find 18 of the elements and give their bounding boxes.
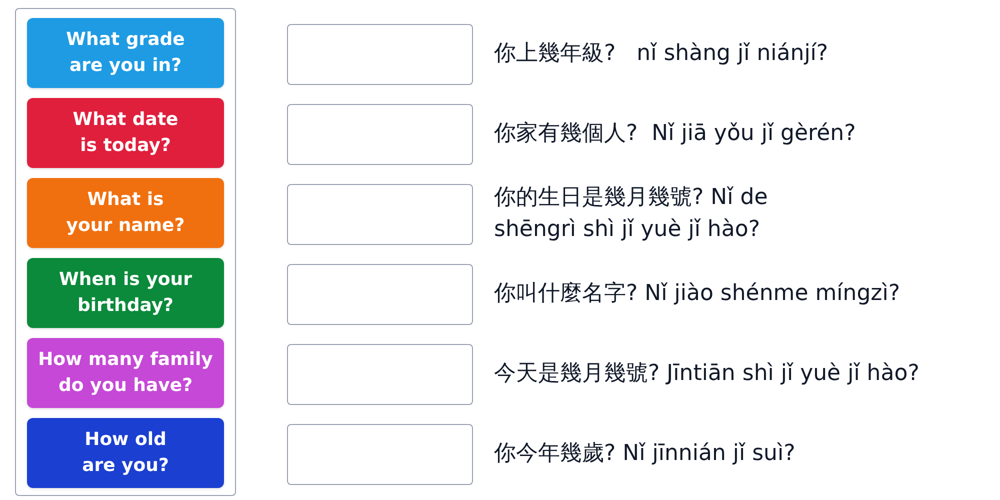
question-text: 你家有幾個人? Nǐ jiā yǒu jǐ gèrén? (494, 120, 856, 148)
drop-box[interactable] (287, 424, 473, 484)
answer-card[interactable]: What grade are you in? (27, 18, 224, 88)
question-text: 你叫什麼名字? Nǐ jiào shénme míngzì? (494, 280, 900, 308)
answer-card[interactable]: When is your birthday? (27, 258, 224, 328)
question-text: 你今年幾歲? Nǐ jīnnián jǐ suì? (494, 440, 796, 468)
answer-card[interactable]: How many family do you have? (27, 338, 224, 408)
answer-card[interactable]: What date is today? (27, 98, 224, 168)
drop-box[interactable] (287, 24, 473, 84)
question-text: 今天是幾月幾號? Jīntiān shì jǐ yuè jǐ hào? (494, 360, 920, 388)
drop-box[interactable] (287, 184, 473, 244)
drop-box[interactable] (287, 344, 473, 404)
question-text: 你上幾年級? nǐ shàng jǐ niánjí? (494, 40, 828, 68)
question-text: 你的生日是幾月幾號? Nǐ de shēngrì shì jǐ yuè jǐ hào? (494, 184, 768, 244)
drop-box[interactable] (287, 264, 473, 324)
answer-card[interactable]: What is your name? (27, 178, 224, 248)
answer-card[interactable]: How old are you? (27, 418, 224, 488)
drop-box[interactable] (287, 104, 473, 164)
